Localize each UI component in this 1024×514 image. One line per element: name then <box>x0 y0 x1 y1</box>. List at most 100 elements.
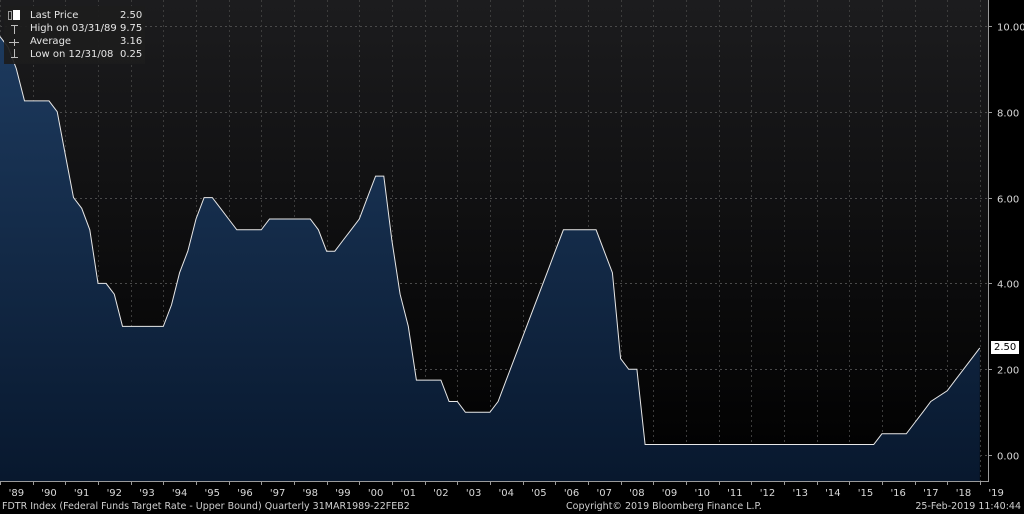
data-point <box>89 229 90 230</box>
data-point <box>440 380 441 381</box>
data-point <box>416 380 417 381</box>
data-point <box>547 272 548 273</box>
data-point <box>195 218 196 219</box>
data-point <box>979 347 980 348</box>
legend-value: 2.50 <box>120 10 143 21</box>
data-point <box>914 422 915 423</box>
data-point <box>220 208 221 209</box>
x-tick-label: '02 <box>433 488 448 499</box>
data-point <box>106 283 107 284</box>
data-point <box>571 229 572 230</box>
data-point <box>318 229 319 230</box>
data-point <box>130 326 131 327</box>
data-point <box>645 444 646 445</box>
data-point <box>342 240 343 241</box>
data-point <box>351 229 352 230</box>
data-point <box>277 218 278 219</box>
data-point <box>620 358 621 359</box>
data-point <box>538 294 539 295</box>
data-point <box>334 251 335 252</box>
data-point <box>604 251 605 252</box>
data-point <box>383 176 384 177</box>
data-point <box>97 283 98 284</box>
legend-label: Average <box>30 36 72 47</box>
data-point <box>930 401 931 402</box>
data-point <box>587 229 588 230</box>
data-point <box>481 412 482 413</box>
x-tick-label: '05 <box>531 488 546 499</box>
x-tick-label: '91 <box>74 488 89 499</box>
data-point <box>73 197 74 198</box>
data-point <box>57 111 58 112</box>
chart-footer: FDTR Index (Federal Funds Target Rate - … <box>0 500 1024 514</box>
legend-panel: Last Price 2.50 High on 03/31/89 9.75 Av… <box>4 6 145 64</box>
x-axis-ticks: '89 '90 '91 '92 '93 '94 '95 '96 '97 '98 '99 '00 '01 '… <box>0 481 1004 499</box>
data-point <box>32 100 33 101</box>
x-tick-label: '95 <box>205 488 220 499</box>
high-marker-icon <box>8 23 18 34</box>
data-point <box>955 380 956 381</box>
y-tick-label: 10.00 <box>997 23 1024 34</box>
low-marker-icon <box>8 49 18 60</box>
data-point <box>498 401 499 402</box>
data-point <box>522 337 523 338</box>
y-tick-label: 4.00 <box>997 280 1019 291</box>
data-point <box>81 208 82 209</box>
x-tick-label: '04 <box>499 488 514 499</box>
data-point <box>465 412 466 413</box>
data-point <box>489 412 490 413</box>
data-point <box>947 390 948 391</box>
data-point <box>514 358 515 359</box>
x-tick-label: '99 <box>335 488 350 499</box>
x-tick-label: '11 <box>727 488 742 499</box>
x-tick-label: '08 <box>629 488 644 499</box>
x-tick-label: '97 <box>270 488 285 499</box>
x-tick-label: '16 <box>890 488 905 499</box>
data-point <box>971 358 972 359</box>
data-point <box>228 218 229 219</box>
legend-item-last-price: Last Price 2.50 <box>4 9 145 22</box>
x-tick-label: '94 <box>172 488 187 499</box>
x-tick-label: '12 <box>760 488 775 499</box>
data-point <box>163 326 164 327</box>
x-tick-label: '90 <box>41 488 56 499</box>
x-tick-label: '13 <box>792 488 807 499</box>
data-point <box>155 326 156 327</box>
data-point <box>244 229 245 230</box>
x-tick-label: '89 <box>9 488 24 499</box>
data-point <box>359 218 360 219</box>
legend-label: High on 03/31/89 <box>30 23 117 34</box>
x-tick-label: '15 <box>858 488 873 499</box>
data-point <box>473 412 474 413</box>
copyright-text: Copyright© 2019 Bloomberg Finance L.P. <box>566 501 762 512</box>
y-tick-label: 2.00 <box>997 366 1019 377</box>
data-point <box>187 251 188 252</box>
chart-window: 10.00 8.00 6.00 4.00 2.00 0.00 '89 '90 '91 '92 '9… <box>0 0 1024 514</box>
data-point <box>204 197 205 198</box>
data-point <box>881 433 882 434</box>
data-point <box>530 315 531 316</box>
legend-item-average: Average 3.16 <box>4 35 145 48</box>
data-point <box>269 218 270 219</box>
data-point <box>302 218 303 219</box>
x-tick-label: '00 <box>368 488 383 499</box>
legend-value: 9.75 <box>120 23 143 34</box>
legend-value: 3.16 <box>120 36 143 47</box>
legend-value: 0.25 <box>120 49 143 60</box>
legend-item-low: Low on 12/31/08 0.25 <box>4 48 145 61</box>
data-point <box>432 380 433 381</box>
data-point <box>457 401 458 402</box>
x-tick-label: '17 <box>923 488 938 499</box>
y-tick-label: 6.00 <box>997 195 1019 206</box>
data-point <box>636 369 637 370</box>
chart-plot: 10.00 8.00 6.00 4.00 2.00 0.00 '89 '90 '91 '92 '9… <box>0 0 1024 499</box>
data-point <box>236 229 237 230</box>
x-tick-label: '03 <box>466 488 481 499</box>
data-point <box>65 154 66 155</box>
data-point <box>563 229 564 230</box>
y-axis-ticks: 10.00 8.00 6.00 4.00 2.00 0.00 <box>988 23 1024 463</box>
data-point <box>293 218 294 219</box>
data-point <box>122 326 123 327</box>
data-point <box>253 229 254 230</box>
data-point <box>114 294 115 295</box>
